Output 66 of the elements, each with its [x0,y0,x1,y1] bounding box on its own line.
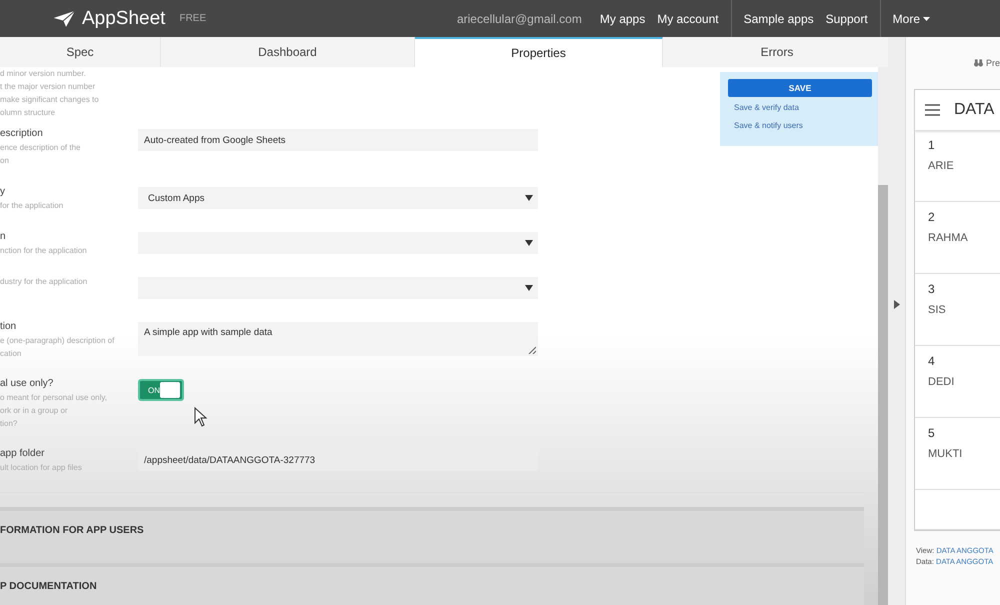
list-row[interactable]: 1 ARIE [915,130,1000,202]
list-row[interactable]: 4 DEDI [915,346,1000,418]
binoculars-icon [974,59,983,67]
property-description: d minor version number. [0,68,87,80]
nav-link[interactable]: My apps [594,0,652,37]
caret-icon [525,195,533,201]
row-number: 2 [928,210,936,224]
property-description: olumn structure [0,107,56,119]
text-area[interactable]: A simple app with sample data [138,322,538,356]
property-title: y [0,185,6,199]
caret-icon [525,285,533,291]
property-description: make significant changes to [0,94,100,106]
property-description: t the major version number [0,81,96,93]
section-header[interactable]: P DOCUMENTATION [0,563,864,605]
plan-label: FREE [179,13,206,24]
row-name: ARIE [928,160,955,172]
brand-name: AppSheet [82,8,166,30]
menu-icon[interactable] [925,104,940,116]
property-description: for the application [0,200,64,212]
property-description: on [0,155,10,167]
row-name: MUKTI [928,448,964,460]
more-menu[interactable]: More [886,0,936,37]
property-title: escription [0,127,44,141]
property-title: tion [0,320,18,334]
nav-link[interactable]: My account [651,0,725,37]
preview-label: Pre [986,58,1000,68]
save-button[interactable]: SAVE [728,79,872,97]
row-number: 4 [928,354,936,368]
list-row[interactable]: 5 MUKTI [915,418,1000,490]
property-description: ence description of the [0,142,82,154]
property-description: ult location for app files [0,462,83,474]
property-description: tion? [0,418,18,430]
property-description: e (one-paragraph) description of [0,335,116,347]
app-title: DATA [954,101,994,119]
list-row[interactable]: 3 SIS [915,274,1000,346]
account-email: ariecellular@gmail.com [456,12,582,26]
scrollbar[interactable] [878,67,888,605]
row-name: RAHMA [928,232,969,244]
nav-link[interactable]: Sample apps [738,0,820,37]
property-description: o meant for personal use only, [0,392,108,404]
caret-icon [923,16,930,20]
row-number: 3 [928,282,936,296]
property-title: n [0,230,7,244]
property-description: nction for the application [0,245,88,257]
expand-arrow-icon[interactable] [894,300,900,309]
save-link[interactable]: Save & notify users [728,118,872,133]
property-title: al use only? [0,377,54,391]
property-title: app folder [0,447,46,461]
list-row[interactable]: 2 RAHMA [915,202,1000,274]
property-description: ork or in a group or [0,405,69,417]
tab[interactable]: Properties [415,37,663,67]
caret-icon [525,240,533,246]
toggle-switch[interactable]: ON [138,379,184,401]
resize-handle-icon[interactable] [528,346,536,354]
row-name: DEDI [928,376,956,388]
property-description: dustry for the application [0,276,88,288]
save-link[interactable]: Save & verify data [728,100,872,115]
mouse-cursor-icon [194,407,208,427]
nav-link[interactable]: Support [820,0,874,37]
property-description: cation [0,348,22,360]
paper-plane-icon [52,10,76,28]
dropdown[interactable]: Custom Apps [138,187,538,209]
text-field[interactable]: Auto-created from Google Sheets [138,129,538,151]
row-number: 1 [928,138,936,152]
row-number: 5 [928,426,936,440]
row-name: SIS [928,304,947,316]
